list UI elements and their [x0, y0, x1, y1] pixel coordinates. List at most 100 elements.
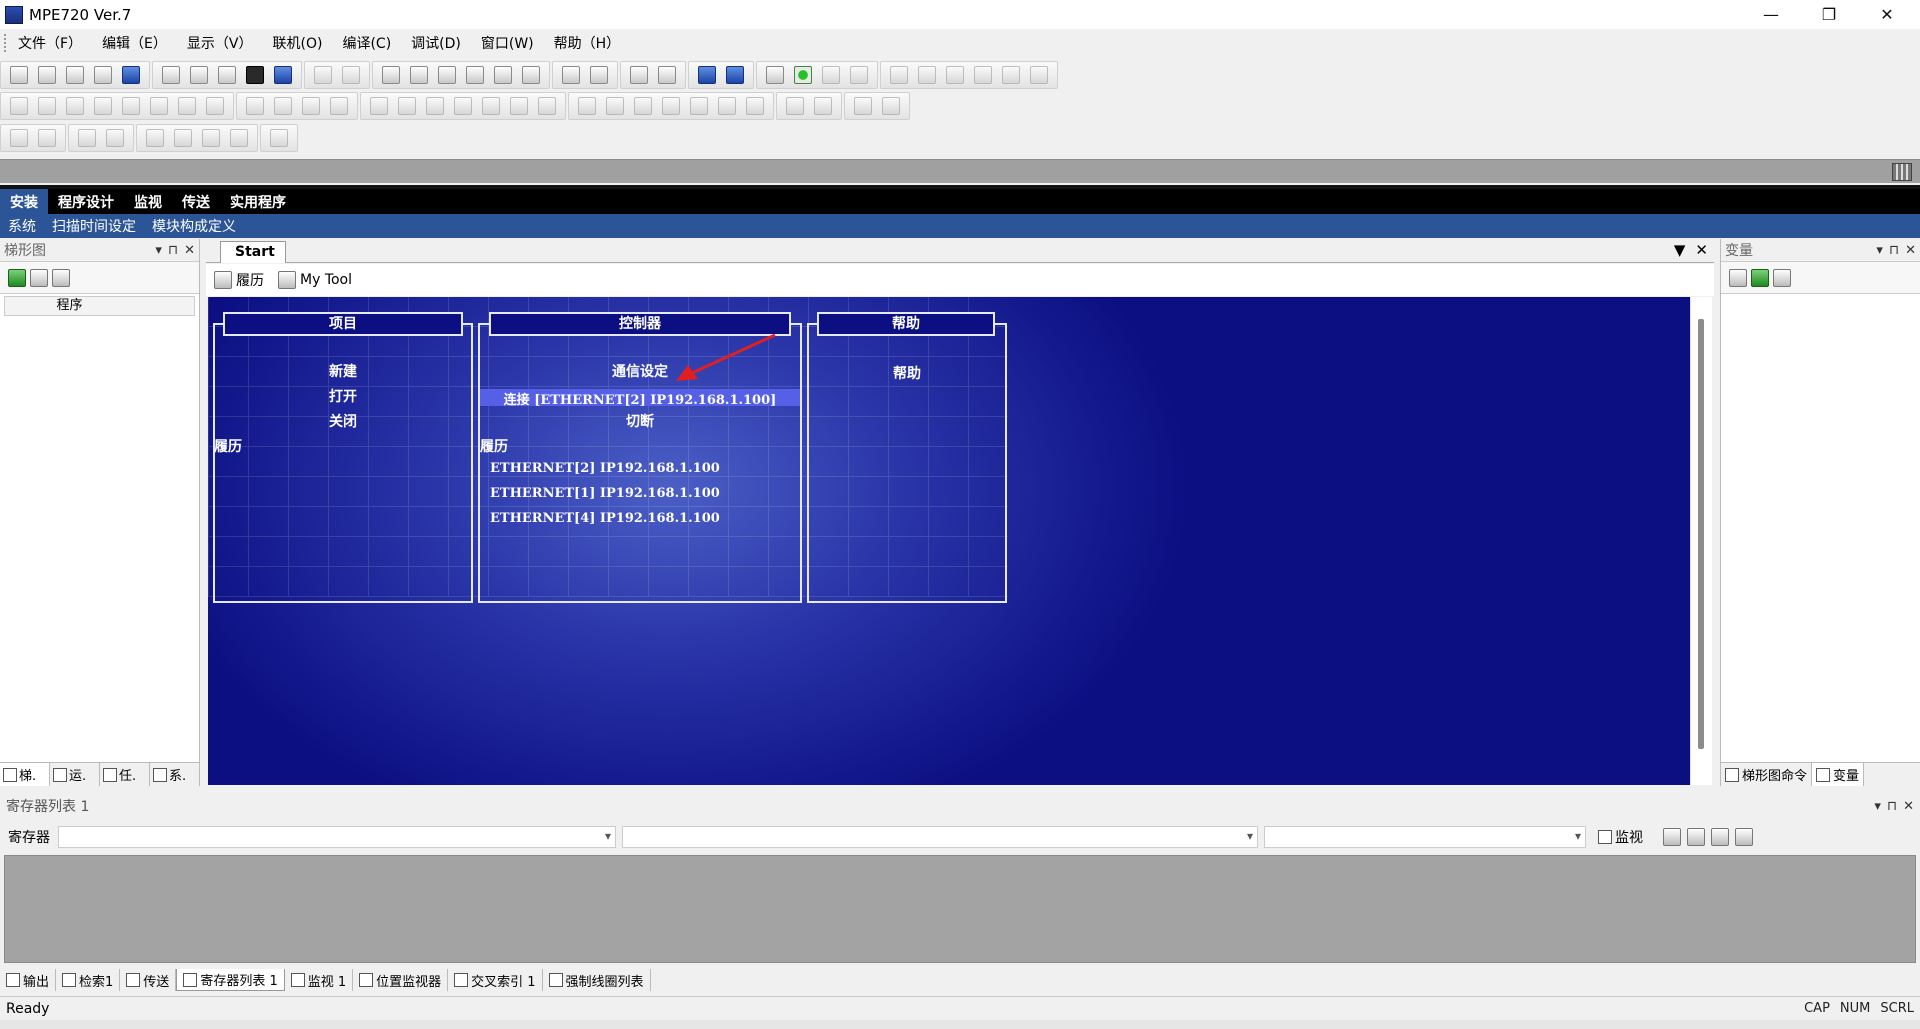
- sort-icon[interactable]: [1773, 268, 1791, 287]
- tab-monitor[interactable]: 监视: [124, 189, 172, 214]
- menu-compile[interactable]: 编译(C): [332, 33, 401, 53]
- register-select[interactable]: [58, 826, 616, 848]
- close-document-icon[interactable]: ✕: [1695, 241, 1708, 259]
- grid-view-icon[interactable]: [1663, 828, 1681, 846]
- sync-icon[interactable]: [974, 66, 992, 84]
- menu-view[interactable]: 显示（V）: [177, 33, 263, 53]
- greater-equal-icon[interactable]: [718, 97, 736, 115]
- close-file-icon[interactable]: [66, 66, 84, 84]
- find-icon[interactable]: [382, 66, 400, 84]
- split-horizontal-icon[interactable]: [630, 66, 648, 84]
- tab-utilities[interactable]: 实用程序: [220, 189, 296, 214]
- tab-search[interactable]: 检索1: [56, 969, 121, 991]
- tab-system[interactable]: 系.: [150, 763, 200, 786]
- close-button[interactable]: ✕: [1858, 0, 1916, 29]
- new-project-link[interactable]: 新建: [213, 361, 473, 381]
- cut-icon[interactable]: [162, 66, 180, 84]
- run-icon[interactable]: [822, 66, 840, 84]
- tab-ladder[interactable]: 梯.: [0, 763, 50, 786]
- tab-output[interactable]: 输出: [0, 969, 57, 991]
- panel-dropdown-icon[interactable]: ▾: [1874, 799, 1881, 814]
- redo-icon[interactable]: [342, 66, 360, 84]
- read-icon[interactable]: [890, 66, 908, 84]
- panel-dropdown-icon[interactable]: ▾: [155, 243, 162, 258]
- collapse-icon[interactable]: [206, 97, 224, 115]
- history-item[interactable]: ETHERNET[2] IP192.168.1.100: [490, 461, 720, 476]
- download-icon[interactable]: [1711, 828, 1729, 846]
- online-icon[interactable]: [794, 66, 812, 84]
- rise-contact-icon[interactable]: [426, 97, 444, 115]
- add-variable-icon[interactable]: [1751, 268, 1769, 287]
- tab-transfer[interactable]: 传送: [172, 189, 220, 214]
- tab-watch[interactable]: 监视 1: [285, 969, 354, 991]
- paste-icon[interactable]: [218, 66, 236, 84]
- register-format-select[interactable]: [1264, 826, 1586, 848]
- pin-icon[interactable]: ⊓: [1889, 243, 1899, 258]
- branch-close-icon[interactable]: [274, 97, 292, 115]
- bookmark-prev-icon[interactable]: [202, 129, 220, 147]
- function-block-icon[interactable]: [330, 97, 348, 115]
- panel-close-icon[interactable]: ✕: [1905, 243, 1916, 258]
- window-icon[interactable]: [270, 129, 288, 147]
- register-list-area[interactable]: [4, 855, 1916, 963]
- bookmark-next-icon[interactable]: [174, 129, 192, 147]
- tab-list-icon[interactable]: ▼: [1674, 241, 1686, 259]
- vertical-scrollbar[interactable]: [1690, 297, 1712, 785]
- bookmark-clear-icon[interactable]: [230, 129, 248, 147]
- tab-ladder-commands[interactable]: 梯形图命令: [1721, 763, 1813, 786]
- history-item[interactable]: ETHERNET[1] IP192.168.1.100: [490, 486, 720, 501]
- merge-icon[interactable]: [150, 97, 168, 115]
- pin-icon[interactable]: ⊓: [168, 243, 178, 258]
- tab-cross-reference[interactable]: 交叉索引 1: [448, 969, 543, 991]
- module-icon[interactable]: [726, 66, 744, 84]
- greater-icon[interactable]: [690, 97, 708, 115]
- monitor-toggle[interactable]: 监视: [1598, 827, 1643, 847]
- connect-link[interactable]: 连接 [ETHERNET[2] IP192.168.1.100]: [478, 389, 802, 408]
- branch-open-icon[interactable]: [246, 97, 264, 115]
- my-tool-button[interactable]: My Tool: [278, 271, 352, 289]
- ribbon-item-system[interactable]: 系统: [0, 216, 44, 236]
- cross-icon[interactable]: [854, 97, 872, 115]
- output-icon[interactable]: [510, 97, 528, 115]
- upload-icon[interactable]: [1735, 828, 1753, 846]
- branch-connect-icon[interactable]: [302, 97, 320, 115]
- table-icon[interactable]: [786, 97, 804, 115]
- menu-window[interactable]: 窗口(W): [471, 33, 544, 53]
- tab-motion[interactable]: 运.: [50, 763, 100, 786]
- outdent-icon[interactable]: [38, 129, 56, 147]
- less-than-icon[interactable]: [578, 97, 596, 115]
- less-equal-icon[interactable]: [606, 97, 624, 115]
- panel-close-icon[interactable]: ✕: [1903, 799, 1914, 814]
- tab-forced-coils[interactable]: 强制线圈列表: [543, 969, 651, 991]
- pin-icon[interactable]: ⊓: [1887, 799, 1897, 814]
- line-mode-icon[interactable]: [274, 66, 292, 84]
- save-all-icon[interactable]: [122, 66, 140, 84]
- delete-row-icon[interactable]: [66, 97, 84, 115]
- find-next-icon[interactable]: [410, 66, 428, 84]
- menu-edit[interactable]: 编辑（E）: [92, 33, 177, 53]
- not-equal-icon[interactable]: [662, 97, 680, 115]
- new-file-icon[interactable]: [10, 66, 28, 84]
- equal-icon[interactable]: [634, 97, 652, 115]
- print-preview-icon[interactable]: [590, 66, 608, 84]
- new-program-icon[interactable]: [8, 268, 26, 287]
- split-vertical-icon[interactable]: [658, 66, 676, 84]
- disconnect-link[interactable]: 切断: [478, 411, 802, 431]
- find-register-icon[interactable]: [466, 66, 484, 84]
- transfer-icon[interactable]: [766, 66, 784, 84]
- lock-icon[interactable]: [1002, 66, 1020, 84]
- settings-icon[interactable]: [882, 97, 900, 115]
- program-list-icon[interactable]: [30, 268, 48, 287]
- range-check-icon[interactable]: [746, 97, 764, 115]
- coil-icon[interactable]: [482, 97, 500, 115]
- insert-row-icon[interactable]: [38, 97, 56, 115]
- indent-icon[interactable]: [10, 129, 28, 147]
- bookmark-icon[interactable]: [146, 129, 164, 147]
- replace-icon[interactable]: [438, 66, 456, 84]
- find-coil-icon[interactable]: [494, 66, 512, 84]
- scrollbar-thumb[interactable]: [1698, 319, 1704, 749]
- ladder-mode-icon[interactable]: [246, 66, 264, 84]
- menu-file[interactable]: 文件（F）: [8, 33, 92, 53]
- save-icon[interactable]: [94, 66, 112, 84]
- expand-icon[interactable]: [178, 97, 196, 115]
